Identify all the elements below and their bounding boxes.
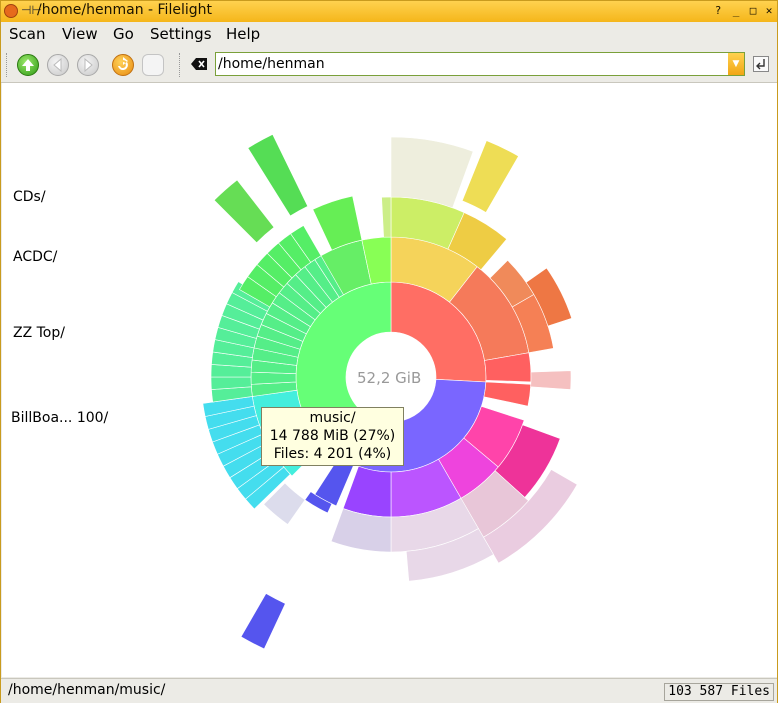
center-size-label: 52,2 GiB	[357, 369, 422, 387]
minimize-icon[interactable]: _	[729, 4, 743, 18]
map-segment[interactable]	[312, 195, 363, 251]
location-combobox[interactable]: ▼	[215, 52, 745, 76]
label-cds: CDs/	[13, 189, 46, 205]
forward-icon[interactable]	[77, 54, 99, 76]
app-window: ⊣⊢ /home/henman - Filelight ? _ □ ✕ Scan…	[0, 0, 778, 703]
map-segment[interactable]	[381, 196, 392, 238]
label-zz-top: ZZ Top/	[13, 325, 65, 341]
toolbar: ▼	[1, 47, 777, 83]
map-segment[interactable]	[213, 179, 275, 244]
map-segment[interactable]	[247, 133, 309, 217]
map-segment[interactable]	[250, 371, 297, 385]
status-path: /home/henman/music/	[8, 682, 166, 698]
window-title: /home/henman - Filelight	[37, 2, 212, 18]
radial-map-canvas[interactable]: CDs/ ACDC/ ZZ Top/ BillBoa... 100/ 52,2 …	[2, 83, 777, 677]
map-segment[interactable]	[390, 136, 474, 209]
clear-location-icon[interactable]	[191, 58, 207, 70]
map-segment[interactable]	[530, 370, 572, 390]
menu-bar: Scan View Go Settings Help	[1, 22, 777, 47]
label-acdc: ACDC/	[13, 249, 58, 265]
rescan-icon[interactable]	[112, 54, 134, 76]
title-bar[interactable]: ⊣⊢ /home/henman - Filelight ? _ □ ✕	[1, 1, 777, 23]
menu-scan[interactable]: Scan	[9, 25, 45, 43]
maximize-icon[interactable]: □	[746, 4, 760, 18]
tooltip-size: 14 788 MiB (27%)	[269, 428, 396, 444]
chevron-down-icon[interactable]: ▼	[728, 53, 744, 75]
back-icon[interactable]	[47, 54, 69, 76]
menu-settings[interactable]: Settings	[150, 25, 212, 43]
menu-go[interactable]: Go	[113, 25, 134, 43]
toolbar-grip	[6, 53, 9, 77]
status-bar: /home/henman/music/ 103 587 Files	[1, 678, 777, 703]
map-segment[interactable]	[342, 465, 392, 518]
close-icon[interactable]: ✕	[762, 4, 776, 18]
go-icon[interactable]	[753, 56, 769, 72]
tooltip-files: Files: 4 201 (4%)	[273, 446, 392, 462]
location-input[interactable]	[218, 54, 726, 74]
map-segment[interactable]	[483, 381, 532, 407]
help-window-icon[interactable]: ?	[711, 4, 725, 18]
segment-tooltip: music/ 14 788 MiB (27%) Files: 4 201 (4%…	[261, 407, 404, 466]
toolbar-separator	[179, 53, 182, 77]
map-segment[interactable]	[240, 593, 286, 650]
menu-help[interactable]: Help	[226, 25, 260, 43]
tooltip-name: music/	[309, 410, 356, 426]
up-icon[interactable]	[17, 54, 39, 76]
label-billboard: BillBoa... 100/	[11, 410, 109, 426]
status-file-count: 103 587 Files	[664, 683, 774, 701]
menu-view[interactable]: View	[62, 25, 98, 43]
filelight-app-icon[interactable]	[4, 4, 18, 18]
stop-icon[interactable]	[142, 54, 164, 76]
